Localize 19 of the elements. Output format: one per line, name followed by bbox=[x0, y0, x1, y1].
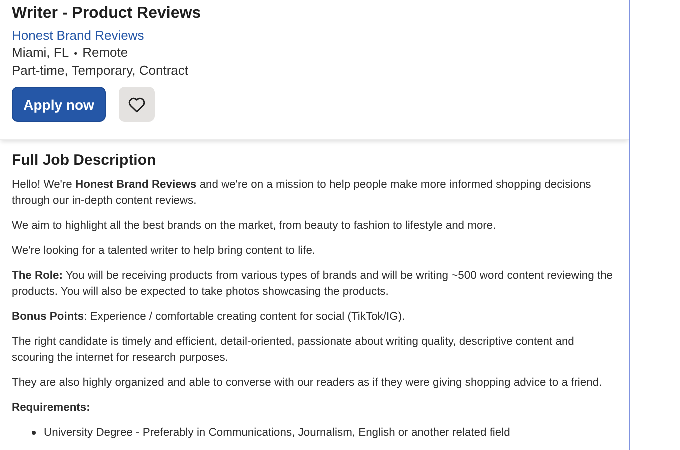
description-paragraph: The Role: You will be receiving products from various types of brands and will be writing ~500 word content reviewing the products. You will also be expected to take photos showcasing the products. bbox=[12, 269, 614, 300]
description-paragraph: Hello! We're Honest Brand Reviews and we're on a mission to help people make more informed shopping decisions through our in-depth content reviews. bbox=[12, 178, 592, 209]
description-paragraph: We aim to highlight all the best brands on the market, from beauty to fashion to lifestyle and more. bbox=[12, 219, 498, 234]
separator-dot: • bbox=[74, 49, 78, 60]
section-heading: Full Job Description bbox=[12, 152, 158, 169]
save-button[interactable] bbox=[119, 87, 155, 122]
job-types: Part-time, Temporary, Contract bbox=[12, 63, 190, 79]
job-title: Writer - Product Reviews bbox=[12, 5, 202, 23]
bullet-text: University Degree - Preferably in Communications, Journalism, English or another related field bbox=[44, 426, 510, 441]
company-link[interactable]: Honest Brand Reviews bbox=[12, 28, 144, 44]
apply-button[interactable]: Apply now bbox=[12, 87, 106, 122]
workplace-text: Remote bbox=[82, 45, 128, 60]
description-paragraph: Bonus Points: Experience / comfortable creating content for social (TikTok/IG). bbox=[12, 310, 406, 325]
description-paragraph: The right candidate is timely and efficient, detail-oriented, passionate about writing quality, descriptive content and scouring the internet for research purposes. bbox=[12, 335, 576, 366]
description-paragraph: They are also highly organized and able to converse with our readers as if they were giving shopping advice to a friend. bbox=[12, 376, 604, 391]
subheading: Requirements: bbox=[12, 401, 92, 416]
bullet-icon bbox=[32, 431, 36, 435]
location-text: Miami, FL bbox=[12, 45, 70, 60]
description-paragraph: We're looking for a talented writer to help bring content to life. bbox=[12, 244, 317, 259]
